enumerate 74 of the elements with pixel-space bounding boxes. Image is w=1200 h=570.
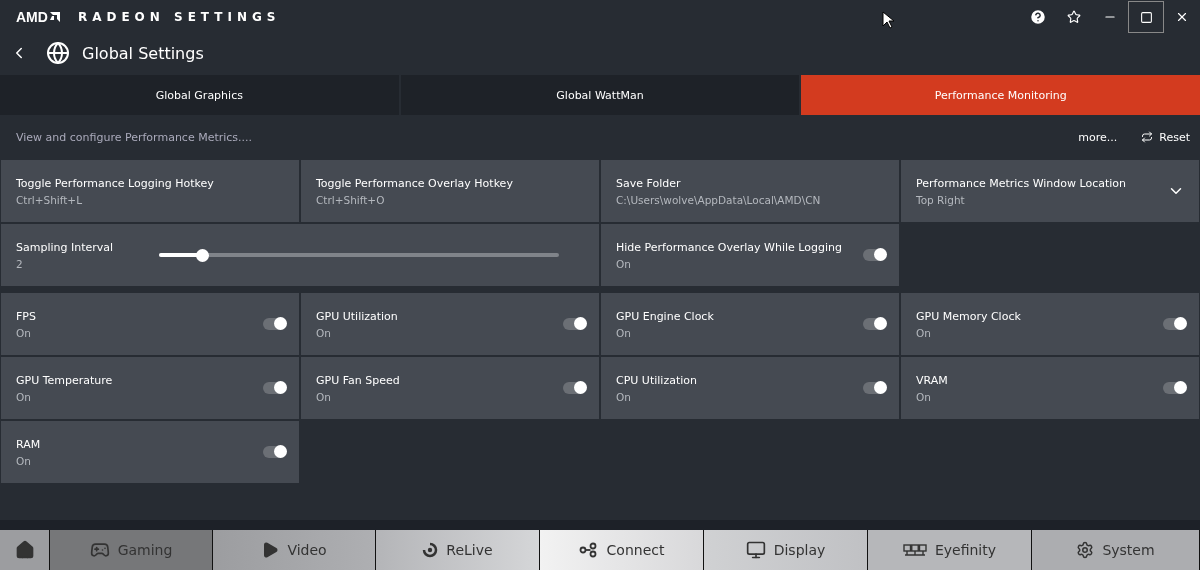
setting-value: C:\Users\wolve\AppData\Local\AMD\CN bbox=[616, 193, 822, 206]
window-title: RADEON SETTINGS bbox=[77, 10, 281, 24]
maximize-icon bbox=[1139, 10, 1153, 24]
metric-value: On bbox=[616, 326, 632, 339]
home-icon bbox=[14, 540, 35, 560]
metric-value: On bbox=[916, 326, 932, 339]
metric-value: On bbox=[316, 326, 332, 339]
toggle-switch[interactable] bbox=[263, 446, 285, 458]
metric-label: CPU Utilization bbox=[616, 373, 698, 387]
help-icon bbox=[1029, 8, 1047, 26]
globe-icon bbox=[46, 41, 70, 65]
tab[interactable]: Global WattMan bbox=[400, 75, 800, 115]
setting-label: Save Folder bbox=[616, 176, 682, 190]
close-icon bbox=[1175, 10, 1189, 24]
metric-value: On bbox=[16, 390, 32, 403]
toggle-switch[interactable] bbox=[1163, 382, 1185, 394]
toggle-switch[interactable] bbox=[263, 382, 285, 394]
star-icon bbox=[1067, 10, 1081, 24]
play-icon bbox=[261, 541, 280, 559]
gamepad-icon bbox=[89, 540, 110, 560]
tab[interactable]: Performance Monitoring bbox=[801, 75, 1200, 115]
setting-label: Hide Performance Overlay While Logging bbox=[616, 240, 843, 254]
setting-label: Sampling Interval bbox=[16, 240, 115, 254]
metric-value: On bbox=[316, 390, 332, 403]
metric-value: On bbox=[916, 390, 932, 403]
setting-label: Toggle Performance Logging Hotkey bbox=[16, 176, 215, 190]
logo-arrow-icon bbox=[49, 12, 60, 22]
slider-thumb[interactable] bbox=[196, 248, 209, 262]
reset-button[interactable]: Reset bbox=[1141, 130, 1190, 144]
toggle-switch[interactable] bbox=[863, 318, 885, 330]
metric-label: VRAM bbox=[916, 373, 949, 387]
reset-icon bbox=[1141, 131, 1154, 143]
monitor-icon bbox=[745, 540, 766, 560]
toggle-switch[interactable] bbox=[863, 249, 885, 261]
page-title: Global Settings bbox=[82, 43, 204, 63]
toggle-switch[interactable] bbox=[863, 382, 885, 394]
metric-label: GPU Temperature bbox=[16, 373, 114, 387]
nav-tab[interactable]: Eyefinity bbox=[868, 530, 1032, 570]
toggle-switch[interactable] bbox=[563, 318, 585, 330]
nav-tab[interactable]: Display bbox=[704, 530, 868, 570]
metric-value: On bbox=[616, 390, 632, 403]
metric-value: On bbox=[16, 454, 32, 467]
setting-value: Ctrl+Shift+O bbox=[316, 193, 386, 206]
cursor-icon bbox=[882, 11, 894, 29]
nav-tab[interactable] bbox=[0, 530, 50, 570]
toggle-switch[interactable] bbox=[1163, 318, 1185, 330]
relive-icon bbox=[422, 542, 439, 558]
setting-label: Toggle Performance Overlay Hotkey bbox=[316, 176, 514, 190]
nav-tab[interactable]: Video bbox=[213, 530, 376, 570]
setting-value: Ctrl+Shift+L bbox=[16, 193, 83, 206]
metric-label: GPU Fan Speed bbox=[316, 373, 401, 387]
setting-value: Top Right bbox=[916, 193, 966, 206]
toggle-switch[interactable] bbox=[563, 382, 585, 394]
metric-label: RAM bbox=[16, 437, 42, 451]
nav-tab[interactable]: Connect bbox=[540, 530, 704, 570]
maximize-button[interactable] bbox=[1128, 1, 1164, 33]
tab[interactable]: Global Graphics bbox=[0, 75, 399, 115]
metric-label: FPS bbox=[16, 309, 37, 323]
more-link[interactable]: more... bbox=[1078, 130, 1118, 144]
connect-icon bbox=[578, 542, 599, 558]
gear-icon bbox=[1076, 541, 1095, 559]
setting-value: On bbox=[616, 257, 632, 270]
setting-label: Performance Metrics Window Location bbox=[916, 176, 1128, 190]
setting-value: 2 bbox=[16, 257, 24, 270]
monitors-icon bbox=[902, 544, 927, 556]
brand-logo: AMD bbox=[16, 9, 48, 25]
metric-label: GPU Engine Clock bbox=[616, 309, 715, 323]
metric-value: On bbox=[16, 326, 32, 339]
nav-tab[interactable]: ReLive bbox=[376, 530, 540, 570]
metric-label: GPU Memory Clock bbox=[916, 309, 1022, 323]
description-text: View and configure Performance Metrics.... bbox=[16, 130, 253, 144]
metric-label: GPU Utilization bbox=[316, 309, 399, 323]
nav-tab[interactable]: System bbox=[1032, 530, 1200, 570]
toggle-switch[interactable] bbox=[263, 318, 285, 330]
